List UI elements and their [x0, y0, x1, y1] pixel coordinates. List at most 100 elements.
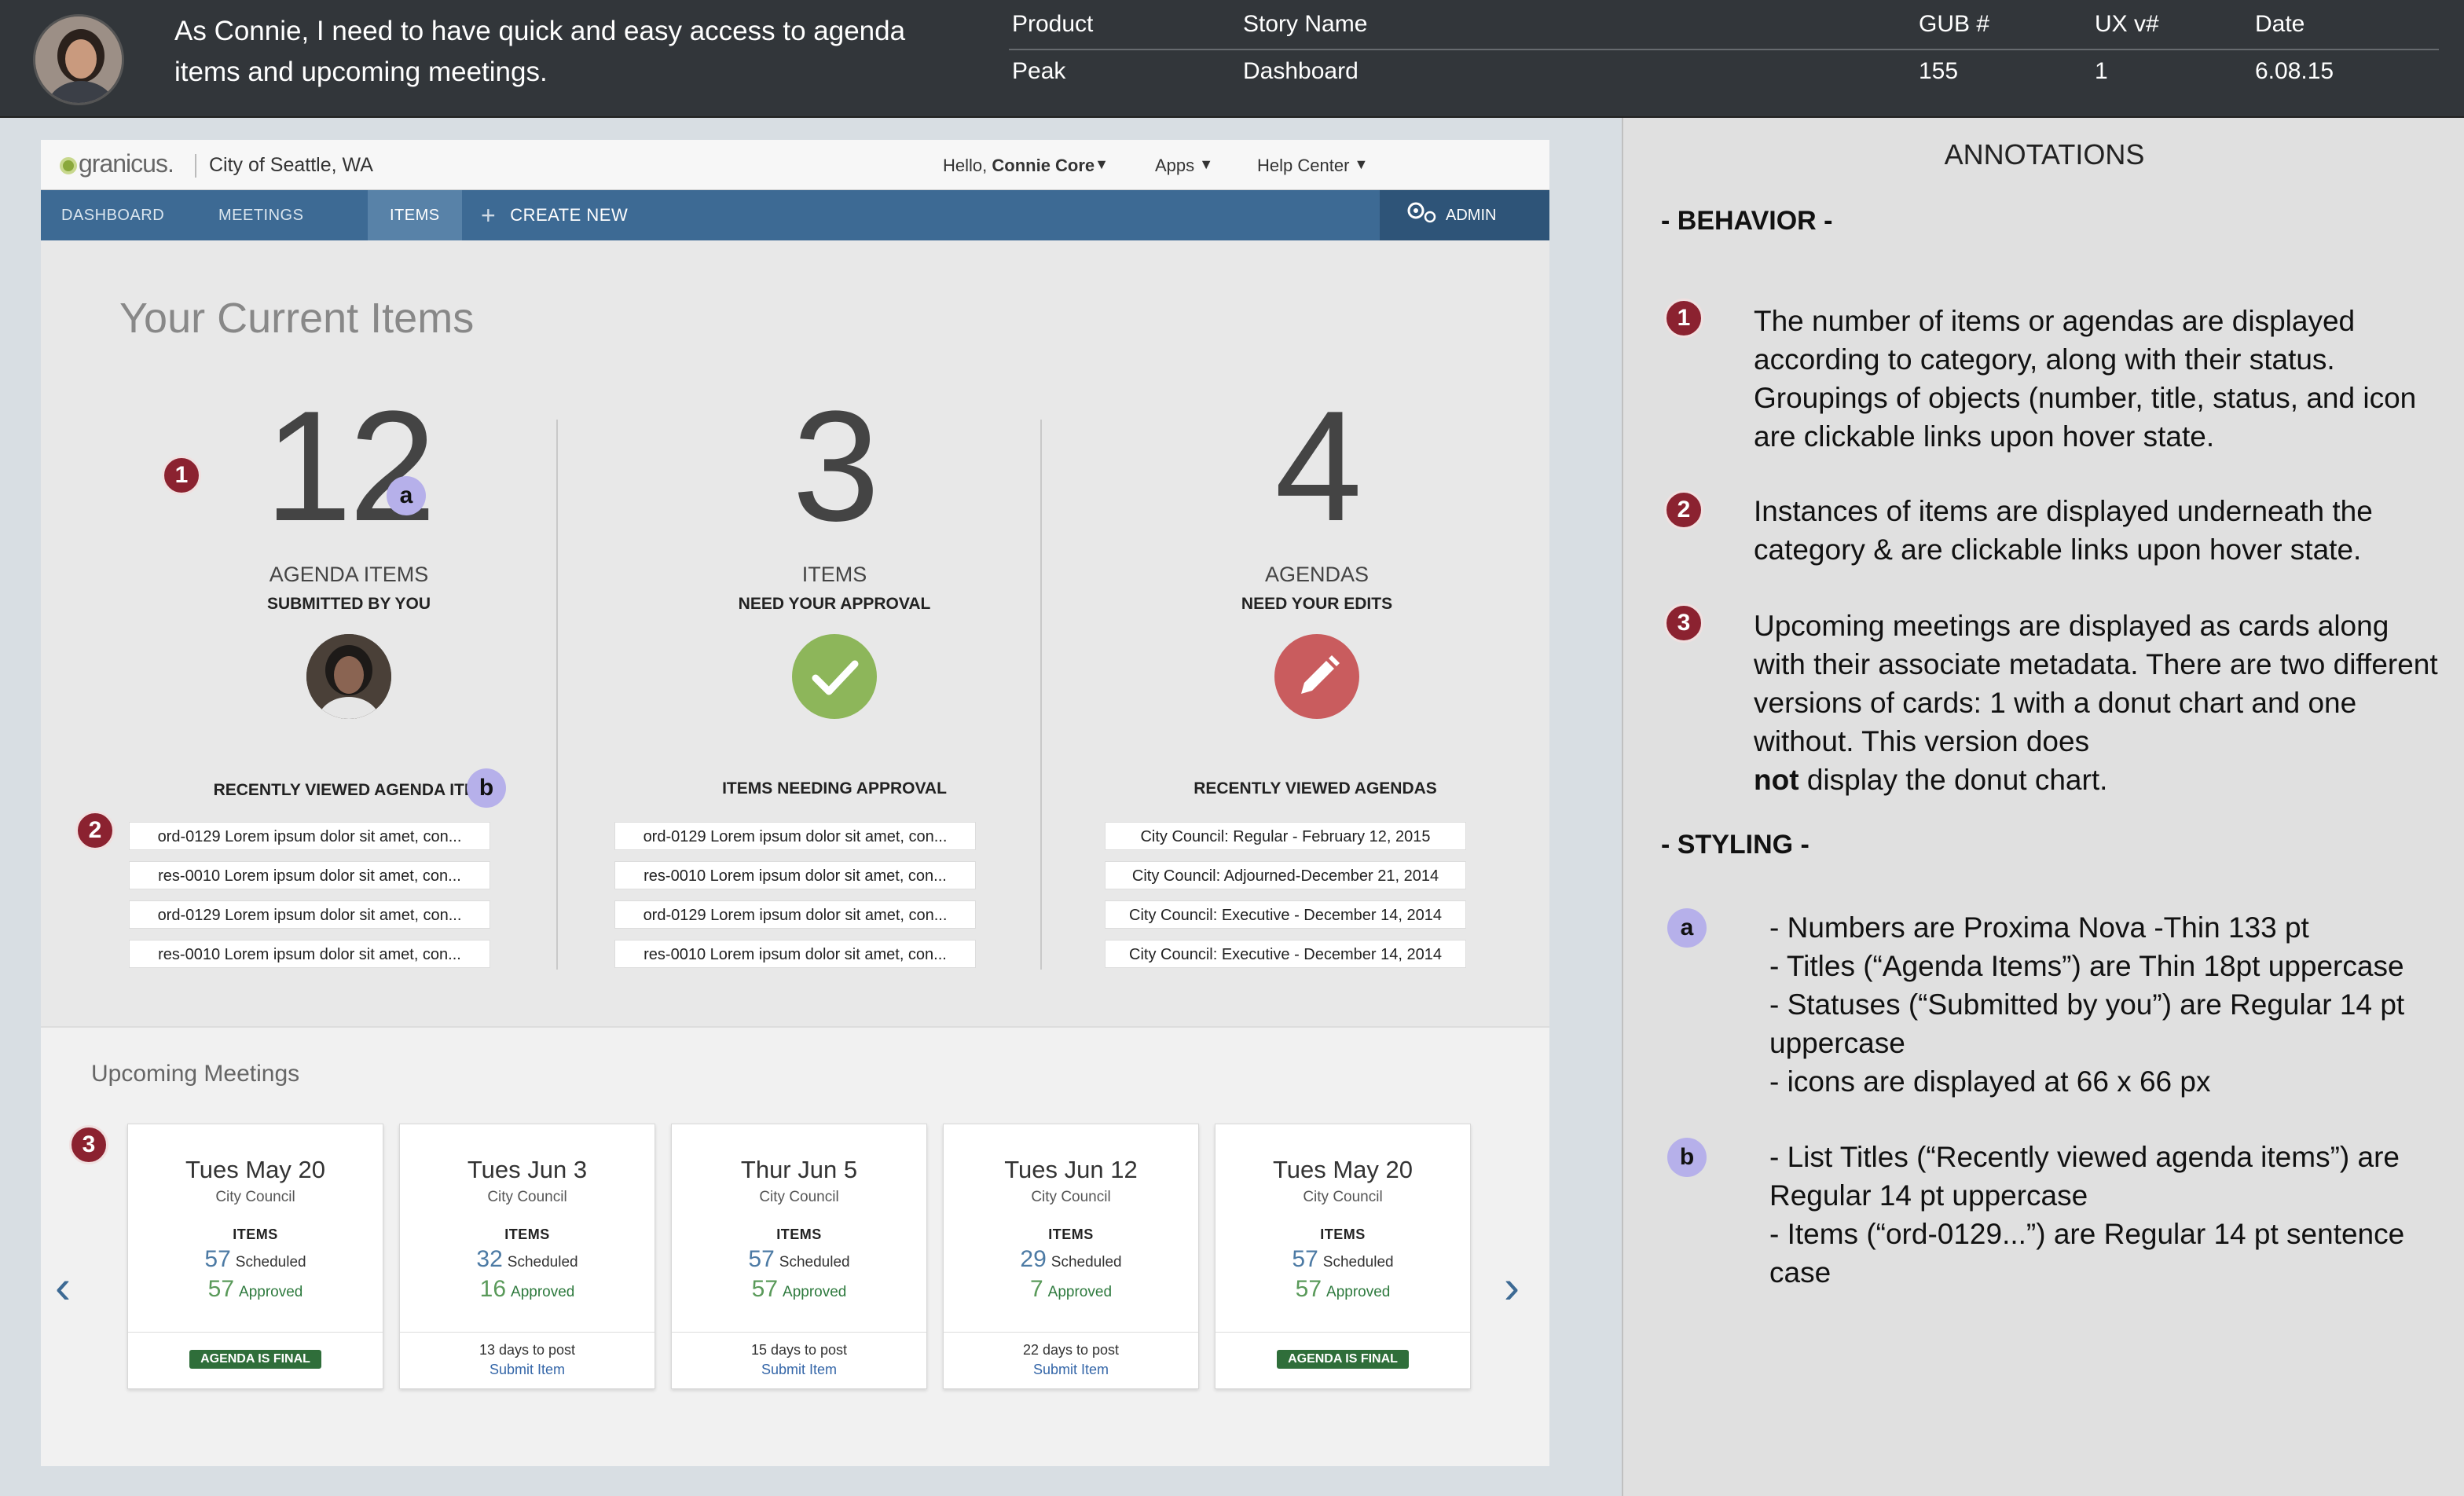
scheduled-label: Scheduled [235, 1254, 306, 1270]
scheduled-row: 32 Scheduled [400, 1246, 654, 1273]
styling-b-line: - List Titles (“Recently viewed agenda i… [1769, 1141, 2400, 1212]
styling-a-line: - Titles (“Agenda Items”) are Thin 18pt … [1769, 950, 2404, 982]
meeting-card[interactable]: Tues May 20 City Council ITEMS 57 Schedul… [1215, 1124, 1471, 1389]
scheduled-count: 57 [1292, 1246, 1318, 1272]
user-story-text: As Connie, I need to have quick and easy… [174, 16, 906, 87]
styling-heading: - STYLING - [1661, 830, 1810, 860]
pencil-icon[interactable] [1274, 634, 1359, 719]
page-title: Your Current Items [119, 295, 475, 342]
meeting-card[interactable]: Tues Jun 12 City Council ITEMS 29 Schedul… [943, 1124, 1199, 1389]
agendas-title[interactable]: AGENDAS [1097, 563, 1537, 587]
recently-viewed-agendas-title: RECENTLY VIEWED AGENDAS [1194, 779, 1437, 798]
meta-value-gub: 155 [1919, 58, 1959, 84]
agendas-status[interactable]: NEED YOUR EDITS [1097, 595, 1537, 614]
items-approval-summary[interactable]: 3 ITEMS NEED YOUR APPROVAL [614, 388, 1054, 719]
logo-mark-icon [60, 157, 77, 174]
submit-item-link[interactable]: Submit Item [944, 1362, 1198, 1378]
column-divider [556, 420, 558, 970]
list-item[interactable]: ord-0129 Lorem ipsum dolor sit amet, con… [129, 822, 490, 850]
list-item[interactable]: ord-0129 Lorem ipsum dolor sit amet, con… [614, 822, 976, 850]
chevron-left-icon[interactable]: ‹ [55, 1263, 71, 1311]
nav-create-new[interactable]: + CREATE NEW [481, 190, 628, 240]
column-divider [1040, 420, 1042, 970]
marker-2: 2 [75, 811, 115, 850]
app-top-bar: granicus. City of Seattle, WA Hello, Con… [41, 140, 1549, 190]
meeting-body: City Council [1303, 1189, 1383, 1205]
agendas-edit-summary[interactable]: 4 AGENDAS NEED YOUR EDITS [1097, 388, 1537, 719]
meta-header-gub: GUB # [1919, 11, 1990, 37]
annotation-marker-b: b [1667, 1138, 1707, 1177]
list-item[interactable]: City Council: Executive - December 14, 2… [1105, 900, 1466, 929]
list-item[interactable]: City Council: Adjourned-December 21, 201… [1105, 861, 1466, 889]
gear-icon [1407, 202, 1436, 223]
scheduled-count: 29 [1020, 1246, 1047, 1272]
agenda-items-status[interactable]: SUBMITTED BY YOU [129, 595, 569, 614]
list-item[interactable]: res-0010 Lorem ipsum dolor sit amet, con… [129, 940, 490, 968]
admin-label: ADMIN [1446, 207, 1497, 224]
list-item[interactable]: res-0010 Lorem ipsum dolor sit amet, con… [614, 940, 976, 968]
scheduled-label: Scheduled [507, 1254, 578, 1270]
agenda-final-badge: AGENDA IS FINAL [189, 1350, 321, 1369]
scheduled-count: 57 [748, 1246, 775, 1272]
approval-items-count[interactable]: 3 [614, 388, 1054, 545]
scheduled-label: Scheduled [1322, 1254, 1394, 1270]
list-item[interactable]: City Council: Executive - December 14, 2… [1105, 940, 1466, 968]
meeting-card[interactable]: Tues May 20 City Council ITEMS 57 Schedul… [127, 1124, 383, 1389]
meeting-body: City Council [1031, 1189, 1111, 1205]
scheduled-row: 57 Scheduled [1216, 1246, 1470, 1273]
apps-menu[interactable]: Apps ▼ [1155, 156, 1213, 176]
nav-items[interactable]: ITEMS [368, 190, 462, 240]
list-item[interactable]: res-0010 Lorem ipsum dolor sit amet, con… [614, 861, 976, 889]
card-footer: 15 days to post Submit Item [672, 1332, 926, 1388]
items-label: ITEMS [233, 1226, 278, 1242]
list-item[interactable]: ord-0129 Lorem ipsum dolor sit amet, con… [614, 900, 976, 929]
scheduled-row: 29 Scheduled [944, 1246, 1198, 1273]
meta-value-story-name: Dashboard [1243, 58, 1358, 84]
apps-label: Apps [1155, 156, 1195, 175]
agenda-final-badge: AGENDA IS FINAL [1277, 1350, 1409, 1369]
styling-b-line: - Items (“ord-0129...”) are Regular 14 p… [1769, 1218, 2405, 1289]
approval-items-status[interactable]: NEED YOUR APPROVAL [614, 595, 1054, 614]
days-to-post: 15 days to post [750, 1342, 848, 1358]
marker-1: 1 [162, 456, 201, 495]
dashboard-mockup: granicus. City of Seattle, WA Hello, Con… [41, 140, 1549, 1466]
meeting-body: City Council [759, 1189, 839, 1205]
granicus-logo[interactable]: granicus. [60, 149, 174, 178]
note-3-text-end: display the donut chart. [1806, 764, 2108, 796]
scheduled-row: 57 Scheduled [128, 1246, 383, 1273]
behavior-note-2: Instances of items are displayed underne… [1754, 495, 2373, 566]
list-item[interactable]: City Council: Regular - February 12, 201… [1105, 822, 1466, 850]
nav-meetings[interactable]: MEETINGS [218, 190, 303, 240]
chevron-right-icon[interactable]: › [1504, 1263, 1520, 1311]
submit-item-link[interactable]: Submit Item [400, 1362, 654, 1378]
approval-items-title[interactable]: ITEMS [614, 563, 1054, 587]
behavior-note-1: The number of items or agendas are displ… [1754, 305, 2417, 453]
approved-label: Approved [1326, 1284, 1391, 1300]
card-footer: AGENDA IS FINAL [1216, 1332, 1470, 1388]
meta-divider [1009, 49, 2439, 50]
agenda-items-title[interactable]: AGENDA ITEMS [129, 563, 569, 587]
list-item[interactable]: ord-0129 Lorem ipsum dolor sit amet, con… [129, 900, 490, 929]
items-label: ITEMS [776, 1226, 822, 1242]
list-item[interactable]: res-0010 Lorem ipsum dolor sit amet, con… [129, 861, 490, 889]
help-center-menu[interactable]: Help Center ▼ [1257, 156, 1368, 176]
upcoming-meetings-title: Upcoming Meetings [91, 1061, 300, 1087]
agendas-count[interactable]: 4 [1097, 388, 1537, 545]
submit-item-link[interactable]: Submit Item [672, 1362, 926, 1378]
annotations-panel: ANNOTATIONS - BEHAVIOR - 1 The number of… [1622, 118, 2464, 1496]
check-icon[interactable] [792, 634, 877, 719]
items-label: ITEMS [1320, 1226, 1366, 1242]
meeting-date: Tues Jun 3 [467, 1156, 588, 1183]
recently-viewed-agenda-items-title: RECENTLY VIEWED AGENDA ITEMS [213, 781, 500, 799]
items-label: ITEMS [504, 1226, 550, 1242]
approved-label: Approved [1047, 1284, 1113, 1300]
user-avatar-icon[interactable] [306, 634, 391, 719]
nav-admin[interactable]: ADMIN [1380, 190, 1549, 240]
meeting-card[interactable]: Thur Jun 5 City Council ITEMS 57 Schedule… [671, 1124, 927, 1389]
nav-dashboard[interactable]: DASHBOARD [61, 190, 164, 240]
user-menu[interactable]: Hello, Connie Core▼ [943, 156, 1109, 176]
agenda-items-summary[interactable]: 12 AGENDA ITEMS SUBMITTED BY YOU [129, 388, 569, 719]
card-footer: AGENDA IS FINAL [128, 1332, 383, 1388]
days-to-post: 13 days to post [478, 1342, 576, 1358]
meeting-card[interactable]: Tues Jun 3 City Council ITEMS 32 Schedule… [399, 1124, 655, 1389]
